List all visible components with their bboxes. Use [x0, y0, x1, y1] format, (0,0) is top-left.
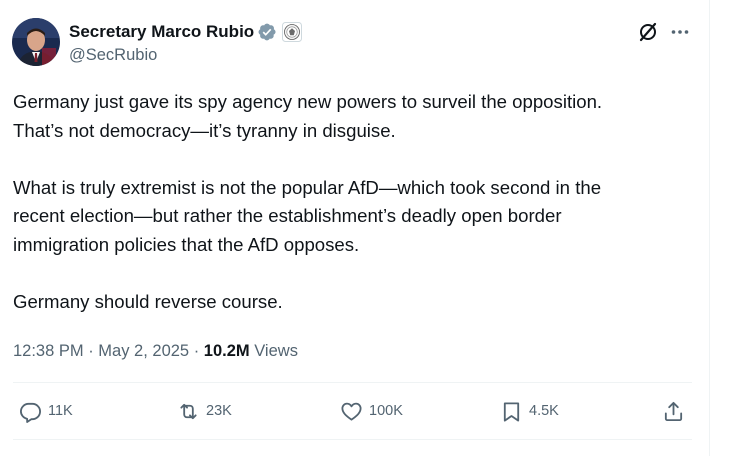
repost-button[interactable]: 23K	[177, 398, 232, 424]
like-count: 100K	[369, 403, 403, 419]
author-display-name[interactable]: Secretary Marco Rubio	[69, 22, 254, 42]
repost-count: 23K	[206, 403, 232, 419]
heart-icon	[341, 402, 362, 421]
reply-count: 11K	[48, 403, 73, 419]
divider	[13, 439, 692, 440]
tweet-metadata: 12:38 PM · May 2, 2025 · 10.2M Views	[13, 340, 298, 362]
share-button[interactable]	[662, 398, 685, 424]
tweet: Secretary Marco Rubio @SecRubio Germany …	[0, 0, 709, 456]
tweet-text-line: Germany should reverse course.	[13, 290, 283, 312]
more-options-icon[interactable]	[669, 21, 691, 43]
share-icon	[664, 401, 683, 421]
bookmark-icon	[503, 401, 520, 422]
reply-button[interactable]: 11K	[19, 398, 73, 424]
author-name-row: Secretary Marco Rubio	[69, 21, 303, 43]
grok-icon[interactable]	[637, 21, 659, 43]
tweet-text-line: That’s not democracy—it’s tyranny in dis…	[13, 119, 396, 141]
column-border	[709, 0, 710, 456]
divider	[13, 382, 692, 383]
tweet-text-line: immigration policies that the AfD oppose…	[13, 233, 360, 255]
meta-separator: ·	[189, 342, 204, 360]
tweet-text-line: What is truly extremist is not the popul…	[13, 176, 602, 198]
tweet-time[interactable]: 12:38 PM	[13, 342, 84, 360]
bookmark-count: 4.5K	[529, 403, 559, 419]
avatar[interactable]	[12, 18, 60, 66]
views-count[interactable]: 10.2M	[204, 342, 250, 360]
repost-icon	[180, 403, 197, 419]
government-seal-icon[interactable]	[282, 22, 303, 42]
tweet-text: Germany just gave its spy agency new pow…	[13, 88, 703, 316]
verified-badge-icon[interactable]	[257, 22, 277, 42]
tweet-date[interactable]: May 2, 2025	[98, 342, 189, 360]
meta-separator: ·	[83, 342, 99, 360]
like-button[interactable]: 100K	[340, 398, 403, 424]
tweet-text-line: recent election—but rather the establish…	[13, 205, 562, 226]
views-label: Views	[249, 342, 298, 360]
reply-icon	[20, 402, 41, 423]
author-handle[interactable]: @SecRubio	[69, 46, 157, 65]
tweet-text-line: Germany just gave its spy agency new pow…	[13, 91, 603, 112]
bookmark-button[interactable]: 4.5K	[500, 398, 559, 424]
